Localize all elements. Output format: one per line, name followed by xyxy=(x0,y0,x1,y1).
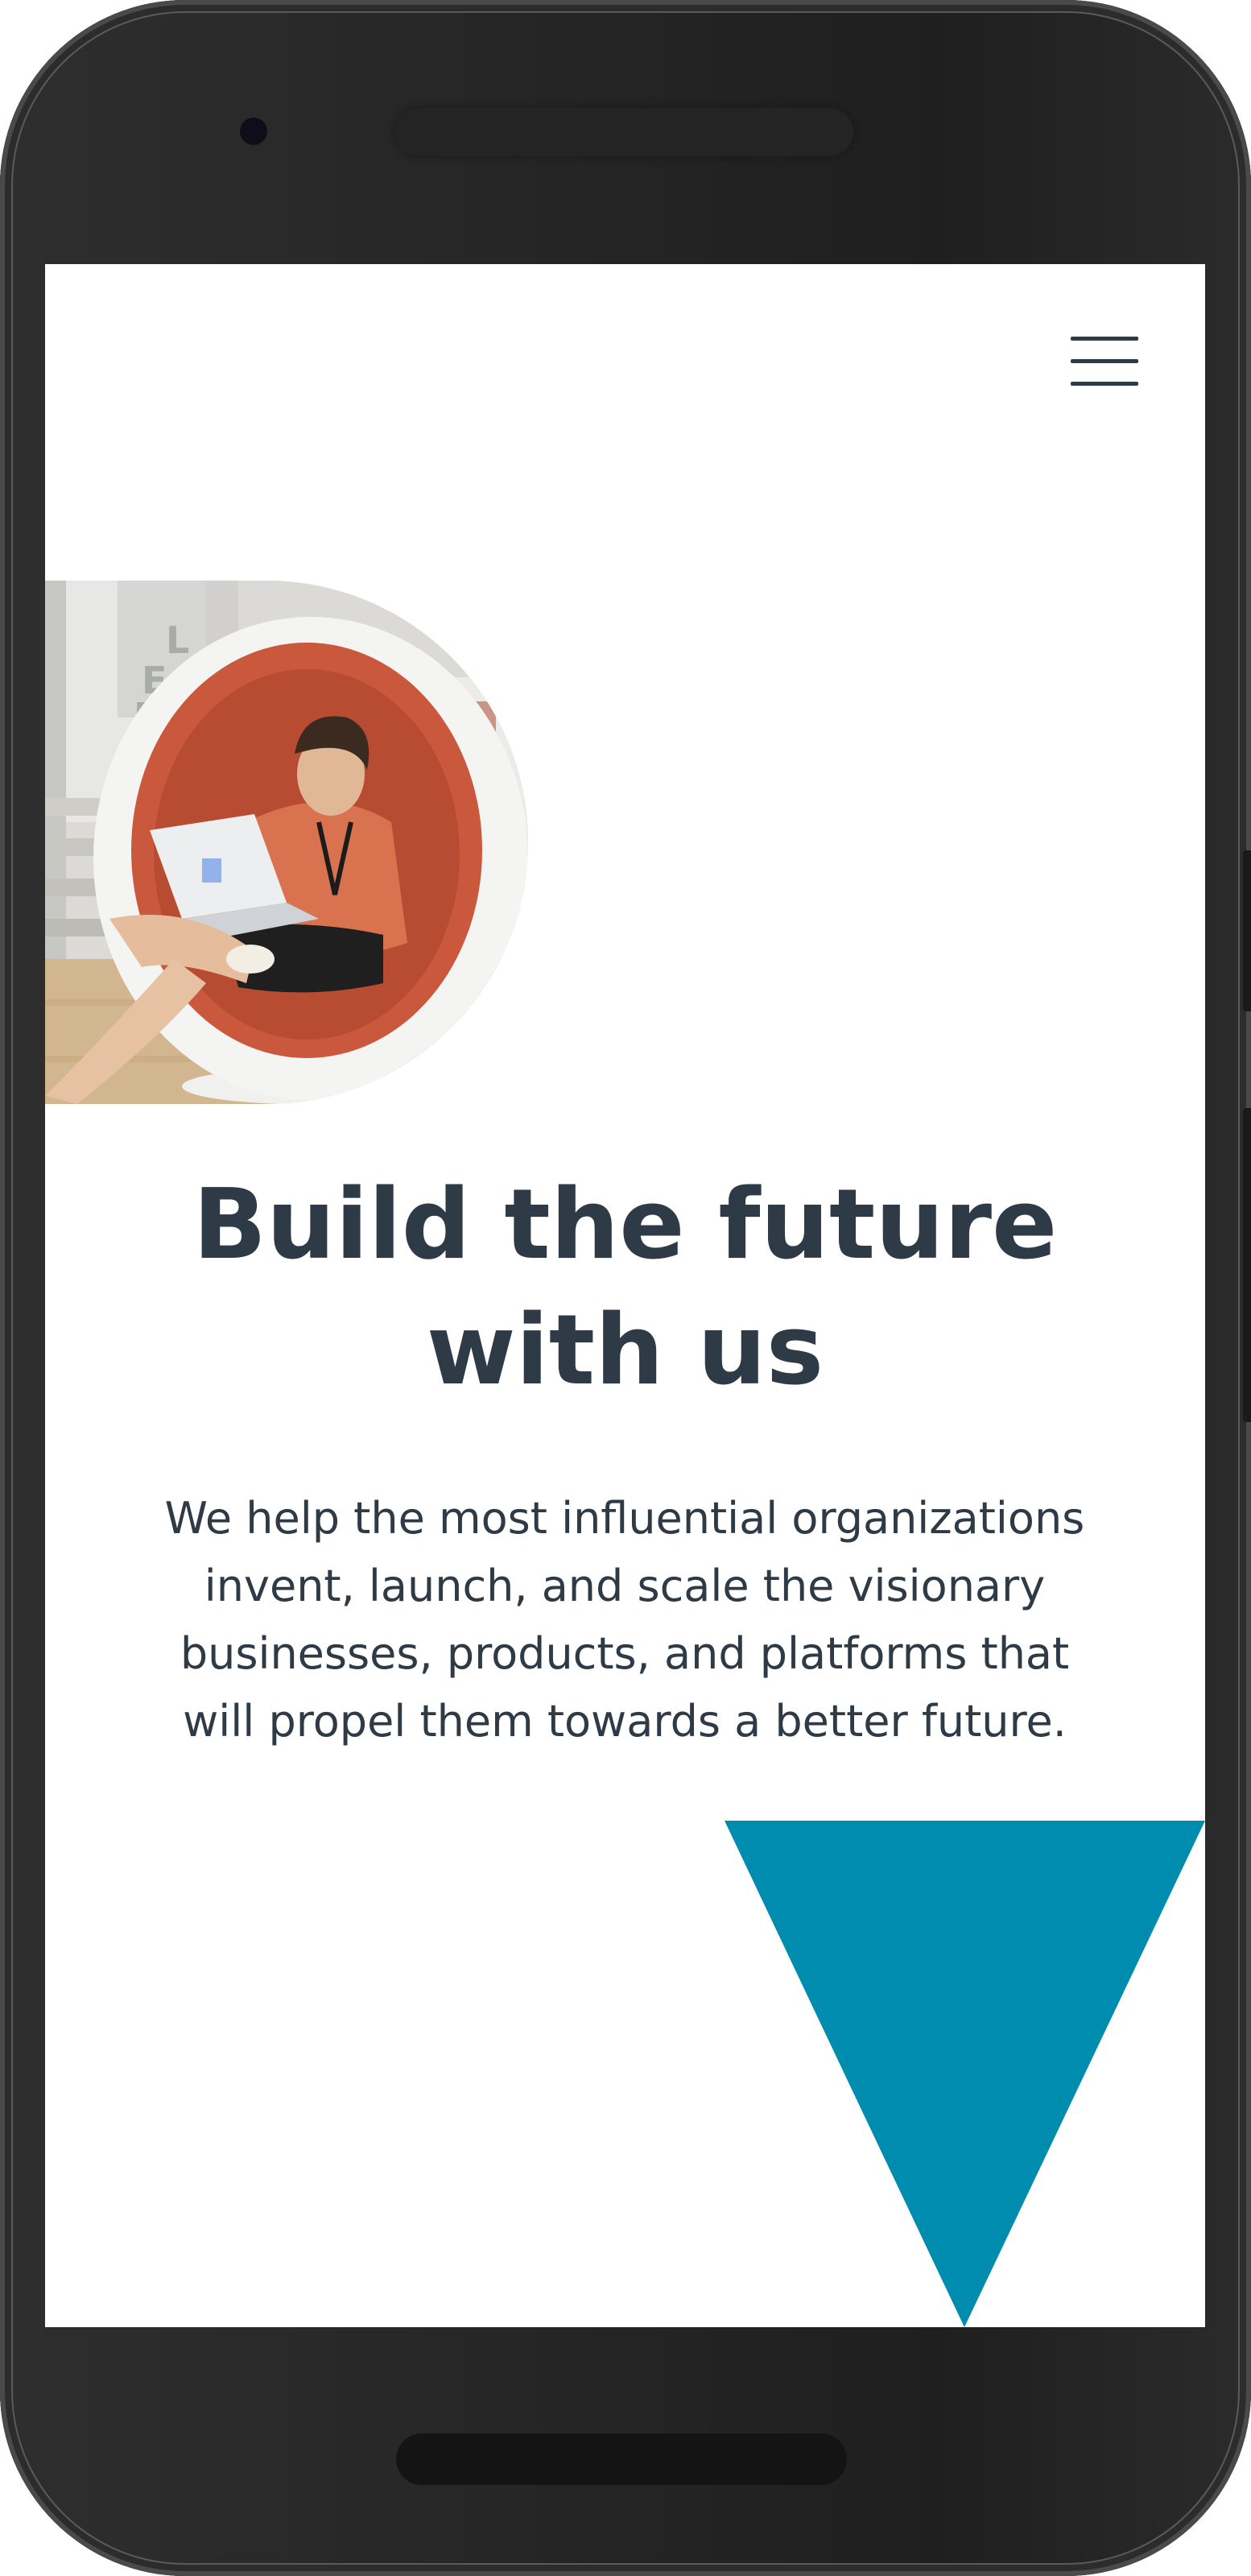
hero-description-line: invent, launch, and scale the visionary xyxy=(204,1561,1046,1611)
person-in-egg-chair-illustration: L E R xyxy=(45,581,528,1104)
svg-text:L: L xyxy=(166,618,189,662)
earpiece-speaker xyxy=(394,108,853,156)
hero-headline-line: with us xyxy=(426,1295,824,1407)
power-button xyxy=(1243,1108,1251,1422)
front-camera xyxy=(240,118,267,145)
hero-description: We help the most influential organizatio… xyxy=(109,1485,1140,1755)
decorative-triangle xyxy=(725,1821,1205,2327)
volume-button xyxy=(1243,850,1251,1011)
hero-headline: Build the future with us xyxy=(45,1163,1205,1414)
hero-description-line: We help the most influential organizatio… xyxy=(164,1493,1085,1544)
phone-frame: L E R xyxy=(0,0,1251,2576)
hero-description-line: businesses, products, and platforms that xyxy=(180,1628,1070,1679)
screen: L E R xyxy=(45,264,1205,2327)
hero-headline-line: Build the future xyxy=(192,1169,1058,1281)
bottom-speaker xyxy=(396,2433,847,2485)
menu-button[interactable] xyxy=(1069,333,1142,390)
hero-photo: L E R xyxy=(45,581,528,1104)
hero-description-line: will propel them towards a better future… xyxy=(183,1696,1067,1747)
